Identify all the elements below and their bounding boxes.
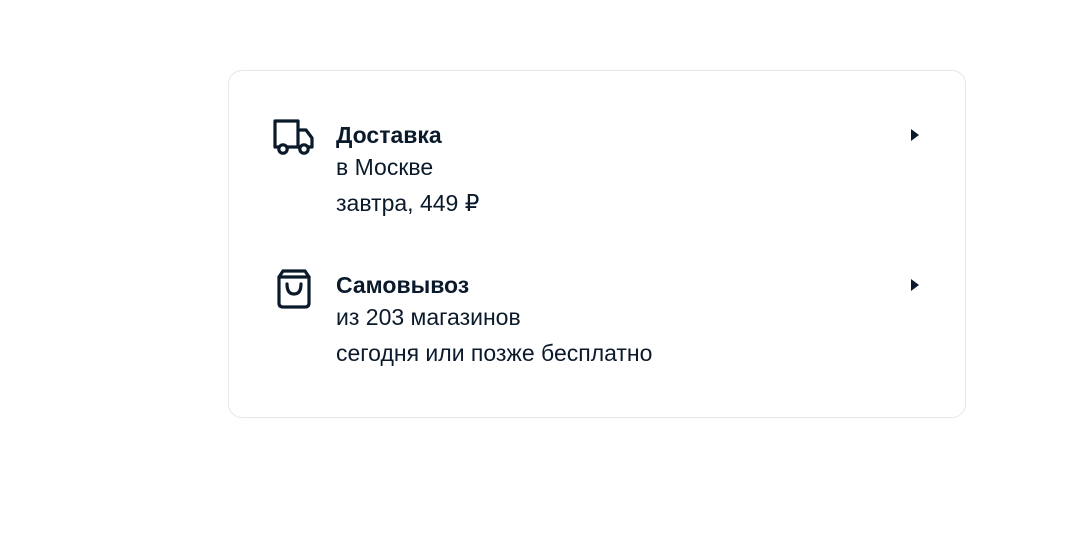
chevron-right-icon[interactable] — [909, 277, 921, 293]
delivery-date-price: завтра, 449 ₽ — [336, 190, 480, 216]
pickup-option-text: Самовывоз из 203 магазинов сегодня или п… — [336, 271, 652, 371]
pickup-store-count: из 203 магазинов — [336, 304, 521, 330]
pickup-title: Самовывоз — [336, 272, 470, 298]
delivery-option-text: Доставка в Москве завтра, 449 ₽ — [336, 121, 479, 221]
delivery-option[interactable]: Доставка в Москве завтра, 449 ₽ — [229, 117, 965, 227]
shopping-bag-icon — [271, 267, 317, 309]
pickup-option[interactable]: Самовывоз из 203 магазинов сегодня или п… — [229, 267, 965, 377]
delivery-location: в Москве — [336, 154, 434, 180]
chevron-right-icon[interactable] — [909, 127, 921, 143]
pickup-date-price: сегодня или позже бесплатно — [336, 340, 653, 366]
delivery-options-card: Доставка в Москве завтра, 449 ₽ Самовыво… — [228, 70, 966, 418]
delivery-title: Доставка — [336, 122, 442, 148]
truck-icon — [271, 117, 317, 159]
